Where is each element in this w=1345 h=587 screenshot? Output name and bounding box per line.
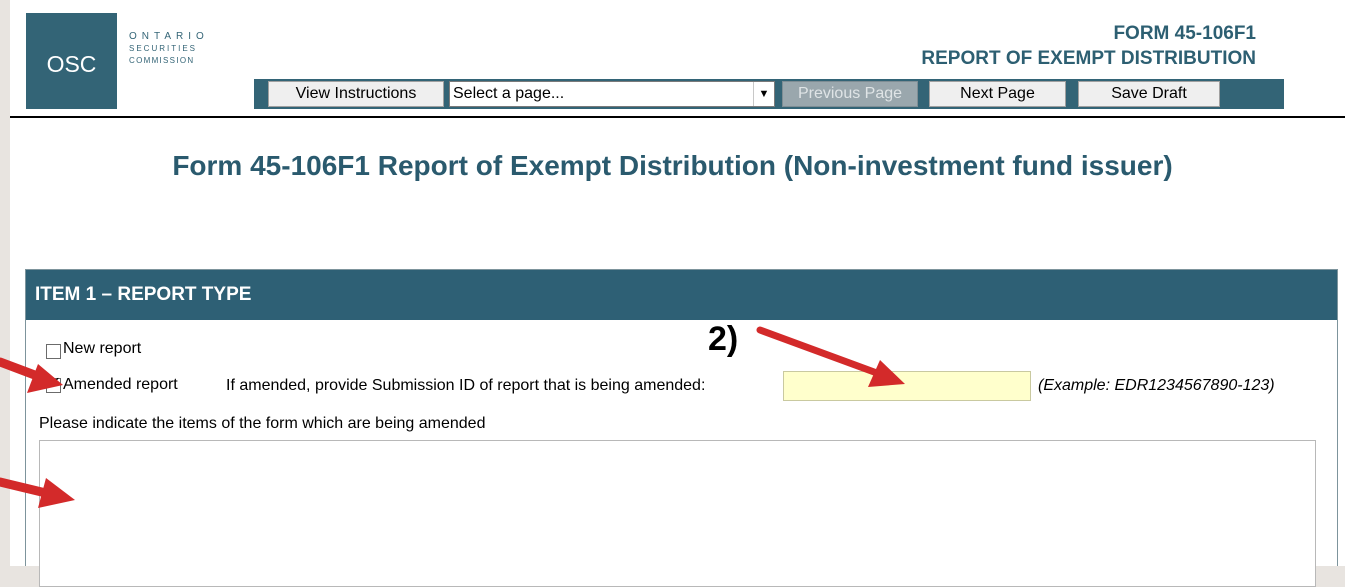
- red-arrow-icon: [756, 326, 905, 387]
- annotation-arrows: [0, 326, 905, 508]
- red-arrow-icon: [0, 477, 75, 508]
- red-arrow-icon: [0, 357, 63, 393]
